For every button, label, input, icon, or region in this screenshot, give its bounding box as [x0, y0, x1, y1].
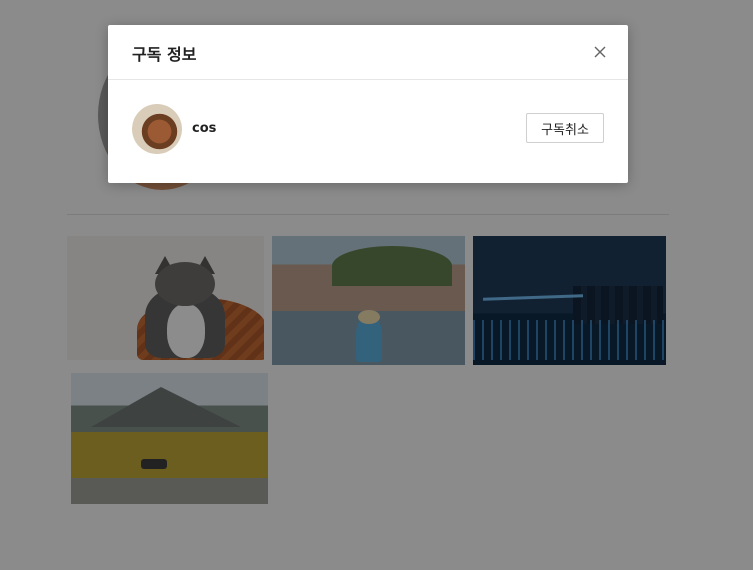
- close-icon-svg: [594, 46, 606, 58]
- modal-header: 구독 정보: [108, 25, 628, 80]
- subscriber-username[interactable]: cos: [192, 121, 216, 136]
- close-icon[interactable]: [590, 42, 610, 62]
- modal-title: 구독 정보: [132, 45, 197, 64]
- unsubscribe-button[interactable]: 구독취소: [526, 113, 604, 143]
- subscription-modal: 구독 정보 cos 구독취소: [108, 25, 628, 183]
- avatar[interactable]: [132, 104, 182, 154]
- subscription-item: cos 구독취소: [132, 104, 604, 154]
